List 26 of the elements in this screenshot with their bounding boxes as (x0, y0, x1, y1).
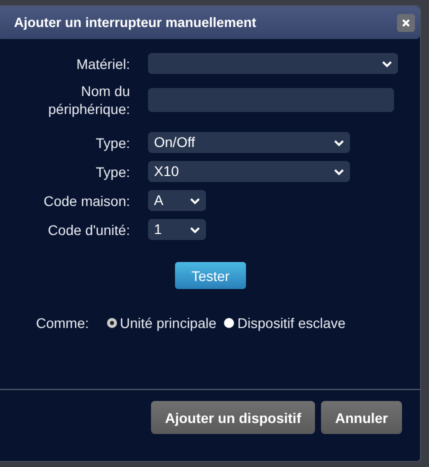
dropdown[interactable]: 1 (148, 219, 206, 240)
dropdown[interactable]: On/Off (148, 132, 350, 153)
dialog-button[interactable]: Annuler (321, 401, 402, 434)
radio-option[interactable]: Unité principale (106, 315, 216, 331)
chevron-down-icon (334, 138, 344, 146)
close-button[interactable] (397, 14, 415, 32)
close-icon (402, 18, 410, 26)
chevron-down-icon (190, 196, 200, 204)
chevron-down-icon (382, 60, 392, 68)
dialog-button[interactable]: Ajouter un dispositif (151, 401, 316, 434)
chevron-down-icon (190, 226, 200, 234)
chevron-down-icon (334, 168, 344, 176)
field-label: Matériel: (75, 54, 130, 72)
field-label: Nom du périphérique: (47, 82, 130, 118)
input-field[interactable] (148, 88, 394, 112)
dialog-title: Ajouter un interrupteur manuellement (14, 15, 256, 30)
field-label: Type: (94, 134, 130, 152)
radio-option[interactable]: Dispositif esclave (224, 315, 346, 331)
field-label: Code maison: (42, 192, 130, 210)
field-label: Code d'unité: (46, 220, 130, 238)
dropdown[interactable]: A (148, 190, 206, 211)
field-label: Type: (94, 162, 130, 180)
dropdown[interactable]: X10 (148, 161, 350, 182)
radio-button[interactable] (224, 318, 234, 328)
radio-group-label: Comme: (36, 315, 89, 331)
radio-button[interactable] (106, 318, 117, 328)
